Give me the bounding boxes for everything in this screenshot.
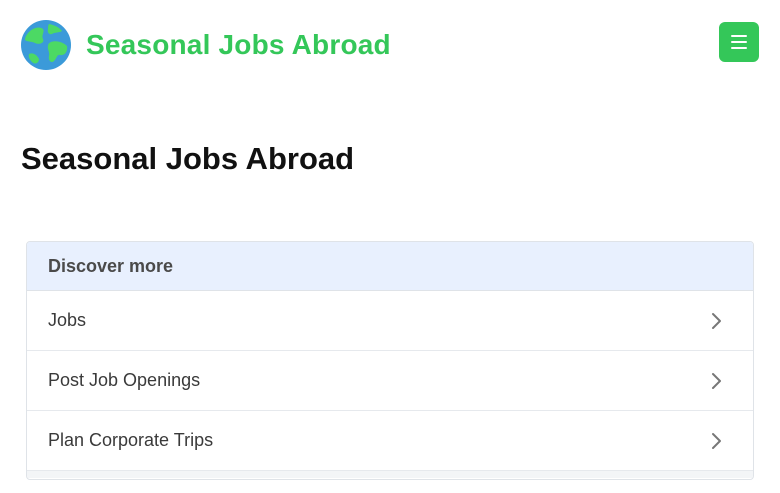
panel-footer bbox=[27, 471, 753, 478]
discover-more-panel: Discover more Jobs Post Job Openings Pla… bbox=[26, 241, 754, 480]
discover-item-post-job-openings[interactable]: Post Job Openings bbox=[27, 351, 753, 411]
discover-item-label: Post Job Openings bbox=[48, 370, 201, 390]
site-title[interactable]: Seasonal Jobs Abroad bbox=[86, 26, 391, 64]
menu-button[interactable] bbox=[719, 22, 759, 62]
globe-icon[interactable] bbox=[21, 20, 71, 70]
discover-item-label: Jobs bbox=[48, 310, 87, 330]
discover-item-plan-corporate-trips[interactable]: Plan Corporate Trips bbox=[27, 411, 753, 471]
hamburger-menu-icon bbox=[731, 35, 747, 37]
discover-more-heading: Discover more bbox=[48, 255, 174, 276]
discover-item-label: Plan Corporate Trips bbox=[48, 430, 214, 450]
site-header: Seasonal Jobs Abroad bbox=[0, 0, 780, 90]
page-title: Seasonal Jobs Abroad bbox=[21, 141, 355, 176]
discover-item-jobs[interactable]: Jobs bbox=[27, 291, 753, 351]
discover-more-header: Discover more bbox=[27, 242, 753, 291]
chevron-right-icon bbox=[709, 312, 723, 330]
chevron-right-icon bbox=[709, 432, 723, 450]
chevron-right-icon bbox=[709, 372, 723, 390]
